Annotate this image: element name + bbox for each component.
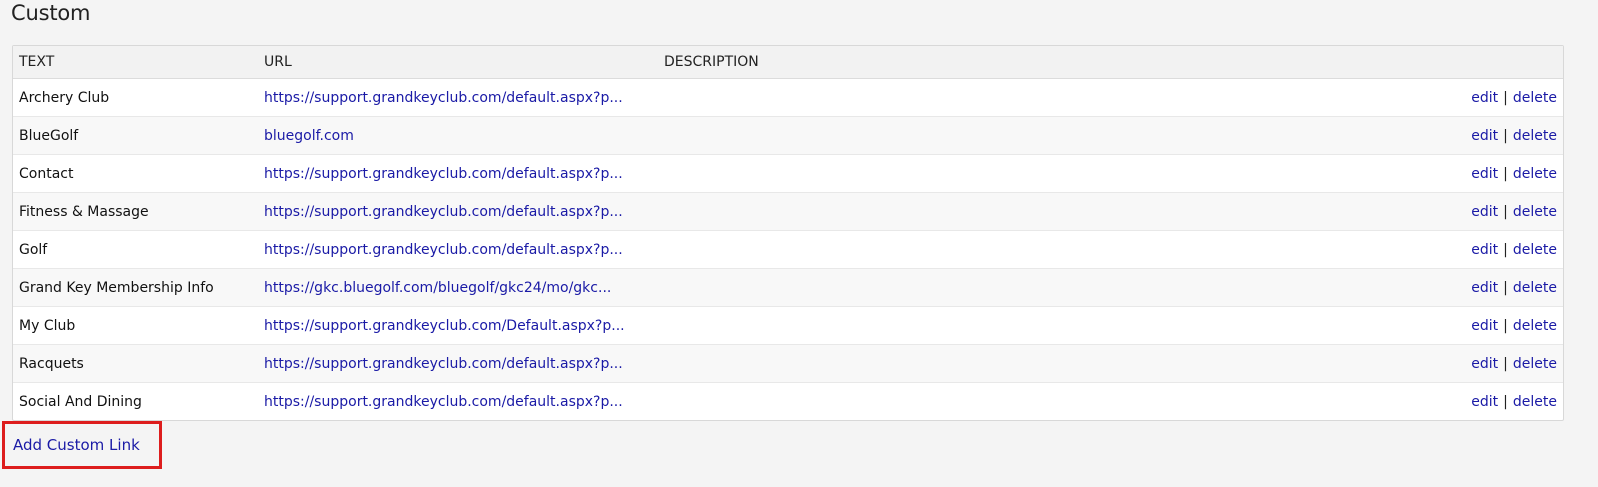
edit-link[interactable]: edit: [1471, 356, 1498, 372]
link-text: My Club: [13, 306, 258, 345]
edit-link[interactable]: edit: [1471, 128, 1498, 144]
table-row: Golf https://support.grandkeyclub.com/def…: [13, 230, 1563, 269]
table-row: BlueGolf bluegolf.com edit | delete: [13, 116, 1563, 155]
delete-link[interactable]: delete: [1513, 204, 1557, 220]
action-separator: |: [1503, 165, 1508, 182]
row-actions: edit | delete: [1258, 383, 1563, 421]
action-separator: |: [1503, 317, 1508, 334]
custom-links-table: TEXT URL DESCRIPTION Archery Club https:/…: [12, 45, 1564, 421]
delete-link[interactable]: delete: [1513, 318, 1557, 334]
action-separator: |: [1503, 355, 1508, 372]
link-text: Social And Dining: [19, 393, 142, 410]
edit-link[interactable]: edit: [1471, 242, 1498, 258]
row-actions: edit | delete: [1258, 306, 1563, 345]
add-custom-link[interactable]: Add Custom Link: [2, 421, 162, 469]
table-row: Grand Key Membership Info https://gkc.blu…: [13, 268, 1563, 307]
link-url[interactable]: https://support.grandkeyclub.com/default…: [258, 192, 658, 231]
link-description: [658, 230, 1258, 269]
column-header-url: URL: [258, 46, 658, 79]
row-actions: edit | delete: [1258, 154, 1563, 193]
link-url[interactable]: https://support.grandkeyclub.com/default…: [258, 344, 658, 383]
edit-link[interactable]: edit: [1471, 90, 1498, 106]
link-url[interactable]: https://support.grandkeyclub.com/default…: [258, 230, 658, 269]
link-description: [658, 116, 1258, 155]
link-url[interactable]: https://gkc.bluegolf.com/bluegolf/gkc24/…: [258, 268, 658, 307]
link-description: [658, 306, 1258, 345]
action-separator: |: [1503, 279, 1508, 296]
delete-link[interactable]: delete: [1513, 394, 1557, 410]
edit-link[interactable]: edit: [1471, 280, 1498, 296]
table-row: Archery Club https://support.grandkeyclub…: [13, 78, 1563, 117]
link-url[interactable]: https://support.grandkeyclub.com/default…: [258, 154, 658, 193]
row-actions: edit | delete: [1258, 344, 1563, 383]
link-description: [658, 383, 1258, 421]
column-header-actions: [1258, 46, 1563, 79]
table-row: Social And Dining https://support.grandke…: [13, 383, 1563, 421]
delete-link[interactable]: delete: [1513, 90, 1557, 106]
delete-link[interactable]: delete: [1513, 280, 1557, 296]
link-description: [658, 344, 1258, 383]
link-text: Racquets: [13, 344, 258, 383]
table-header-row: TEXT URL DESCRIPTION: [13, 46, 1563, 79]
delete-link[interactable]: delete: [1513, 242, 1557, 258]
table-row: Racquets https://support.grandkeyclub.com…: [13, 344, 1563, 383]
delete-link[interactable]: delete: [1513, 128, 1557, 144]
edit-link[interactable]: edit: [1471, 318, 1498, 334]
link-text: Contact: [13, 154, 258, 193]
edit-link[interactable]: edit: [1471, 394, 1498, 410]
action-separator: |: [1503, 203, 1508, 220]
row-actions: edit | delete: [1258, 230, 1563, 269]
action-separator: |: [1503, 89, 1508, 106]
row-actions: edit | delete: [1258, 116, 1563, 155]
column-header-description: DESCRIPTION: [658, 46, 1258, 79]
table-row: Fitness & Massage https://support.grandke…: [13, 192, 1563, 231]
row-actions: edit | delete: [1258, 192, 1563, 231]
link-text: BlueGolf: [13, 116, 258, 155]
action-separator: |: [1503, 241, 1508, 258]
edit-link[interactable]: edit: [1471, 204, 1498, 220]
link-url[interactable]: https://support.grandkeyclub.com/default…: [258, 78, 658, 117]
link-url[interactable]: bluegolf.com: [258, 116, 658, 155]
link-description: [658, 268, 1258, 307]
link-text: Grand Key Membership Info: [13, 268, 258, 307]
delete-link[interactable]: delete: [1513, 356, 1557, 372]
row-actions: edit | delete: [1258, 268, 1563, 307]
delete-link[interactable]: delete: [1513, 166, 1557, 182]
table-row: Contact https://support.grandkeyclub.com/…: [13, 154, 1563, 193]
page-title: Custom: [11, 1, 91, 25]
link-text: Golf: [13, 230, 258, 269]
link-url[interactable]: https://support.grandkeyclub.com/default…: [258, 383, 658, 421]
link-text: Archery Club: [13, 78, 258, 117]
row-actions: edit | delete: [1258, 78, 1563, 117]
link-text: Fitness & Massage: [13, 192, 258, 231]
link-url[interactable]: https://support.grandkeyclub.com/Default…: [258, 306, 658, 345]
link-description: [658, 78, 1258, 117]
link-description: [658, 154, 1258, 193]
edit-link[interactable]: edit: [1471, 166, 1498, 182]
table-row: My Club https://support.grandkeyclub.com/…: [13, 306, 1563, 345]
action-separator: |: [1503, 393, 1508, 410]
action-separator: |: [1503, 127, 1508, 144]
column-header-text: TEXT: [13, 46, 258, 79]
link-description: [658, 192, 1258, 231]
